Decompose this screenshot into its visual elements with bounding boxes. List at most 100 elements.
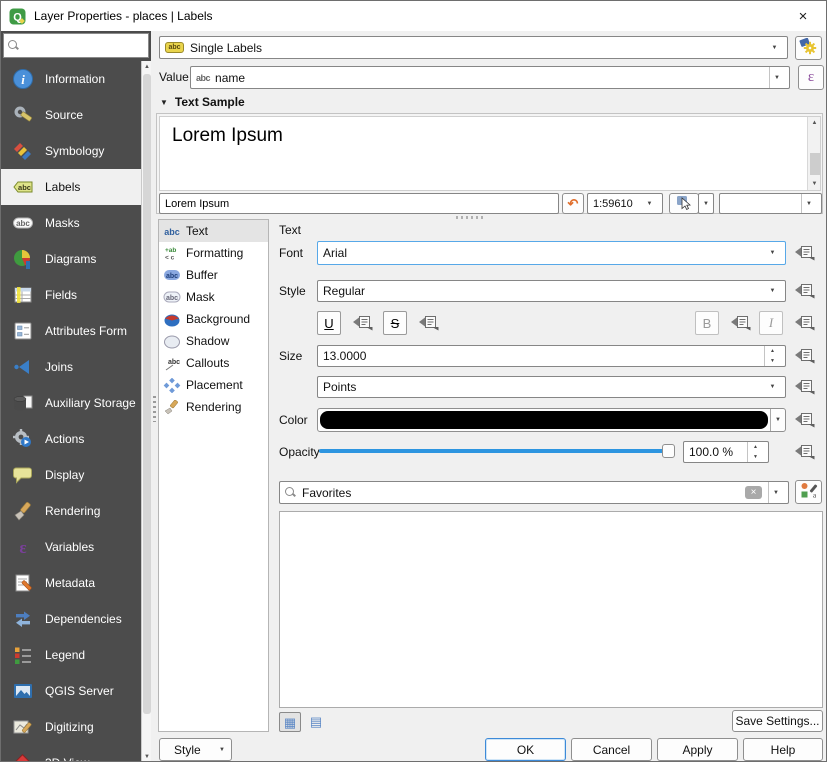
chevron-down-icon[interactable]: ▼ [801, 194, 816, 213]
opacity-slider-handle[interactable] [662, 444, 675, 458]
sidebar-item-symbology[interactable]: Symbology [1, 133, 141, 169]
preview-scrollbar[interactable]: ▲ ▼ [807, 117, 820, 190]
scroll-up-icon[interactable]: ▲ [142, 61, 152, 73]
splitter-handle[interactable] [153, 396, 156, 422]
save-settings-button[interactable]: Save Settings... [732, 710, 823, 732]
data-defined-override-color[interactable] [791, 410, 818, 431]
data-defined-override-style[interactable] [791, 281, 818, 302]
opacity-spin-arrows[interactable]: ▲ ▼ [747, 442, 763, 462]
chevron-down-icon[interactable]: ▼ [765, 242, 780, 264]
sidebar-item-3d-view[interactable]: 3D View [1, 745, 141, 762]
data-defined-override-underline[interactable] [349, 313, 376, 334]
data-defined-override-size[interactable] [791, 346, 818, 367]
preview-scale-combo[interactable]: 1:59610 ▼ [587, 193, 663, 214]
font-color-button[interactable]: ▼ [317, 408, 786, 432]
expression-builder-button[interactable]: ε [798, 65, 824, 90]
ok-button[interactable]: OK [485, 738, 566, 761]
sidebar-item-variables[interactable]: ε Variables [1, 529, 141, 565]
spin-down-icon[interactable]: ▼ [748, 452, 763, 462]
map-canvas-scale-button[interactable] [669, 193, 699, 214]
text-format-presets-panel[interactable] [279, 511, 823, 708]
chevron-down-icon[interactable]: ▼ [642, 194, 657, 213]
tab-mask[interactable]: abc Mask [159, 286, 268, 308]
splitter-handle[interactable] [456, 216, 486, 219]
scroll-down-icon[interactable]: ▼ [142, 751, 152, 762]
sidebar-search-input[interactable] [23, 39, 133, 53]
sidebar-item-auxiliary-storage[interactable]: Auxiliary Storage [1, 385, 141, 421]
data-defined-override-bold[interactable] [727, 313, 754, 334]
chevron-down-icon[interactable]: ▼ [765, 281, 780, 301]
scroll-down-icon[interactable]: ▼ [808, 178, 821, 190]
preview-background-combo[interactable]: ▼ [719, 193, 822, 214]
data-defined-override-strikethrough[interactable] [415, 313, 442, 334]
sidebar-item-qgis-server[interactable]: QGIS Server [1, 673, 141, 709]
tab-text[interactable]: abc Text [159, 220, 268, 242]
sidebar-item-information[interactable]: i Information [1, 61, 141, 97]
sidebar-item-metadata[interactable]: Metadata [1, 565, 141, 601]
size-spinbox[interactable]: 13.0000 ▲ ▼ [317, 345, 786, 367]
sidebar-item-joins[interactable]: Joins [1, 349, 141, 385]
clear-filter-icon[interactable]: × [745, 486, 762, 499]
sidebar-item-actions[interactable]: Actions [1, 421, 141, 457]
opacity-slider[interactable] [319, 442, 675, 460]
data-defined-override-units[interactable] [791, 377, 818, 398]
italic-button[interactable]: I [759, 311, 783, 335]
size-spin-arrows[interactable]: ▲ ▼ [764, 346, 780, 366]
chevron-down-icon[interactable]: ▼ [699, 194, 713, 213]
sidebar-scrollbar[interactable]: ▲ ▼ [141, 61, 151, 762]
tab-placement[interactable]: Placement [159, 374, 268, 396]
reset-sample-button[interactable]: ↶ [562, 193, 584, 214]
scroll-up-icon[interactable]: ▲ [808, 117, 821, 129]
tab-callouts[interactable]: abc Callouts [159, 352, 268, 374]
sidebar-item-source[interactable]: Source [1, 97, 141, 133]
data-defined-override-italic[interactable] [791, 313, 818, 334]
tab-shadow[interactable]: Shadow [159, 330, 268, 352]
bold-button[interactable]: B [695, 311, 719, 335]
opacity-spinbox[interactable]: 100.0 % ▲ ▼ [683, 441, 769, 463]
favorites-filter-combo[interactable]: Favorites × ▼ [279, 481, 789, 504]
strikethrough-button[interactable]: S [383, 311, 407, 335]
tab-buffer[interactable]: abc Buffer [159, 264, 268, 286]
spin-up-icon[interactable]: ▲ [748, 442, 763, 452]
style-menu-button[interactable]: Style ▼ [159, 738, 232, 761]
spin-down-icon[interactable]: ▼ [765, 356, 780, 366]
sidebar-scrollbar-thumb[interactable] [143, 74, 151, 714]
map-scale-dropdown[interactable]: ▼ [698, 193, 714, 214]
value-field-combo[interactable]: abc name ▼ [190, 66, 790, 89]
sidebar-item-fields[interactable]: Fields [1, 277, 141, 313]
size-units-combo[interactable]: Points ▼ [317, 376, 786, 398]
spin-up-icon[interactable]: ▲ [765, 346, 780, 356]
cancel-button[interactable]: Cancel [571, 738, 652, 761]
tab-rendering[interactable]: Rendering [159, 396, 268, 418]
labeling-mode-combo[interactable]: abc Single Labels ▼ [159, 36, 788, 59]
tab-background[interactable]: Background [159, 308, 268, 330]
chevron-down-icon[interactable]: ▼ [769, 67, 784, 88]
sidebar-item-display[interactable]: Display [1, 457, 141, 493]
apply-button[interactable]: Apply [657, 738, 738, 761]
sidebar-item-diagrams[interactable]: Diagrams [1, 241, 141, 277]
preview-scrollbar-thumb[interactable] [810, 153, 820, 175]
list-view-button[interactable]: ▤ [305, 712, 327, 732]
underline-button[interactable]: U [317, 311, 341, 335]
font-style-combo[interactable]: Regular ▼ [317, 280, 786, 302]
text-sample-header[interactable]: ▼ Text Sample [160, 95, 245, 109]
sidebar-item-legend[interactable]: Legend [1, 637, 141, 673]
sample-text-input[interactable] [159, 193, 559, 214]
chevron-down-icon[interactable]: ▼ [768, 482, 783, 503]
sidebar-search[interactable] [3, 33, 149, 58]
data-defined-override-opacity[interactable] [791, 442, 818, 463]
style-manager-button[interactable]: a [795, 480, 822, 504]
chevron-down-icon[interactable]: ▼ [767, 37, 782, 58]
tab-formatting[interactable]: +ab< c Formatting [159, 242, 268, 264]
icon-view-button[interactable]: ▦ [279, 712, 301, 732]
sidebar-item-digitizing[interactable]: Digitizing [1, 709, 141, 745]
help-button[interactable]: Help [743, 738, 823, 761]
close-icon[interactable]: × [780, 1, 826, 31]
data-defined-override-font[interactable] [791, 243, 818, 264]
opacity-slider-track[interactable] [319, 449, 675, 453]
auto-placement-settings-button[interactable] [795, 36, 822, 60]
sidebar-item-masks[interactable]: abc Masks [1, 205, 141, 241]
color-dropdown[interactable]: ▼ [770, 409, 785, 431]
sidebar-item-labels[interactable]: abc Labels [1, 169, 141, 205]
sidebar-item-rendering[interactable]: Rendering [1, 493, 141, 529]
